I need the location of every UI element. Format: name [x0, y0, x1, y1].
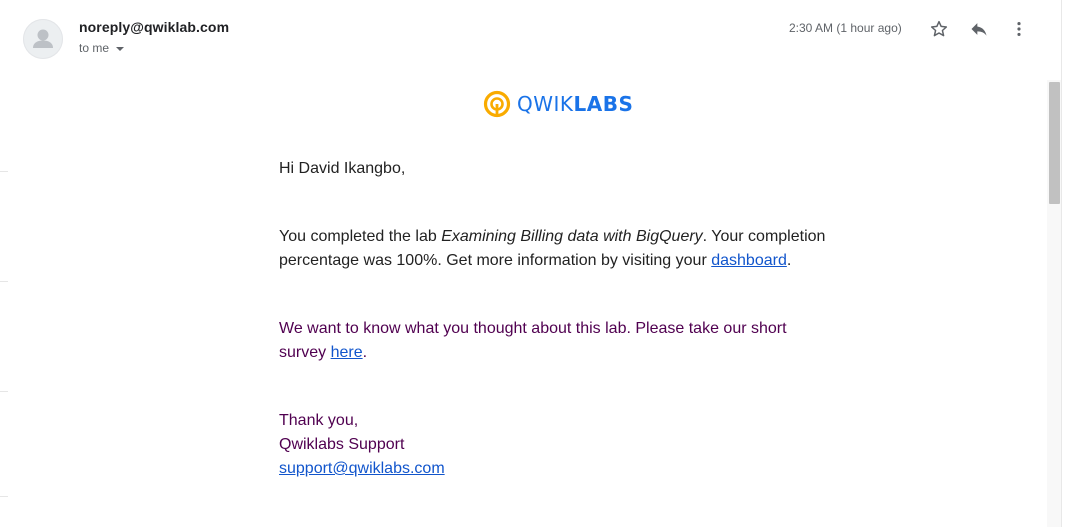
survey-link[interactable]: here [331, 344, 363, 361]
logo-wordmark: QWIKLABS [517, 92, 633, 116]
sender-address[interactable]: noreply@qwiklab.com [79, 19, 229, 35]
logo-text-bold: LABS [573, 92, 634, 116]
completion-text-start: You completed the lab [279, 228, 442, 245]
completion-line-1: You completed the lab Examining Billing … [279, 225, 839, 249]
signature-line: Qwiklabs Support [279, 436, 405, 453]
recipient-details-toggle[interactable]: to me [79, 41, 125, 55]
scrollbar-thumb[interactable] [1049, 82, 1060, 204]
survey-line-1: We want to know what you thought about t… [279, 320, 787, 337]
default-user-avatar-icon [33, 29, 53, 48]
completion-paragraph: You completed the lab Examining Billing … [279, 225, 839, 273]
support-email-line: support@qwiklabs.com [279, 457, 839, 481]
completion-line-2: percentage was 100%. Get more informatio… [279, 249, 839, 273]
vertical-dots-icon [1017, 22, 1021, 36]
lab-name: Examining Billing data with BigQuery [441, 228, 703, 245]
sender-avatar[interactable] [23, 19, 63, 59]
completion-text-mid: . Your completion [702, 228, 826, 245]
completion-text-end: . [786, 252, 792, 269]
star-outline-icon [930, 20, 948, 37]
qwiklabs-logo-mark-icon [483, 90, 511, 118]
survey-text-end: . [362, 344, 368, 361]
recipient-label: to me [79, 41, 110, 55]
thanks-line: Thank you, [279, 412, 359, 429]
email-greeting: Hi David Ikangbo, [279, 160, 406, 177]
reply-arrow-icon [971, 23, 987, 36]
more-options-button[interactable] [1007, 17, 1031, 41]
logo-text-light: QWIK [517, 92, 574, 116]
completion-text-line2: percentage was 100%. Get more informatio… [279, 252, 712, 269]
support-email-link[interactable]: support@qwiklabs.com [279, 460, 445, 477]
survey-text-start: survey [279, 344, 331, 361]
caret-down-icon [116, 46, 125, 51]
survey-line-2: survey here. [279, 341, 839, 365]
signoff-block: Thank you, Qwiklabs Support support@qwik… [279, 409, 839, 481]
message-timestamp: 2:30 AM (1 hour ago) [789, 21, 902, 35]
reply-button[interactable] [967, 17, 991, 41]
star-button[interactable] [927, 17, 951, 41]
right-divider [1061, 0, 1062, 527]
survey-paragraph: We want to know what you thought about t… [279, 317, 839, 365]
qwiklabs-logo: QWIKLABS [483, 90, 633, 118]
dashboard-link[interactable]: dashboard [711, 252, 787, 269]
